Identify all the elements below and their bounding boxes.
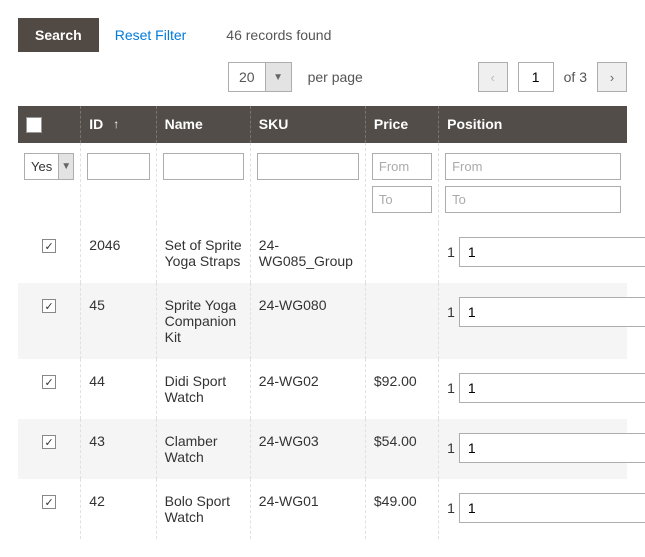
cell-position: 1 bbox=[439, 223, 627, 283]
chevron-down-icon: ▼ bbox=[273, 72, 283, 83]
cell-position: 1 bbox=[439, 479, 627, 539]
cell-price bbox=[365, 283, 438, 359]
reset-filter-link[interactable]: Reset Filter bbox=[115, 27, 187, 43]
column-header-sku[interactable]: SKU bbox=[250, 106, 365, 143]
cell-sku: 24-WG085_Group bbox=[250, 223, 365, 283]
cell-id: 45 bbox=[81, 283, 156, 359]
cell-position: 1 bbox=[439, 283, 627, 359]
cell-name: Sprite Yoga Companion Kit bbox=[156, 283, 250, 359]
table-row: ✓ 44Didi Sport Watch24-WG02$92.00 1 bbox=[18, 359, 627, 419]
cell-name: Clamber Watch bbox=[156, 419, 250, 479]
filter-sku-input[interactable] bbox=[257, 153, 359, 180]
filter-price-to-input[interactable] bbox=[372, 186, 432, 213]
cell-position: 1 bbox=[439, 419, 627, 479]
prev-page-button[interactable]: ‹ bbox=[478, 62, 508, 92]
column-header-id[interactable]: ID ↑ bbox=[81, 106, 156, 143]
per-page-label: per page bbox=[308, 69, 363, 85]
records-found-label: 46 records found bbox=[226, 27, 331, 43]
column-header-position[interactable]: Position bbox=[439, 106, 627, 143]
cell-sku: 24-WG02 bbox=[250, 359, 365, 419]
position-display: 1 bbox=[447, 500, 455, 516]
filter-selection-dropdown[interactable]: Yes ▼ bbox=[24, 153, 74, 180]
cell-name: Bolo Sport Watch bbox=[156, 479, 250, 539]
cell-position: 1 bbox=[439, 359, 627, 419]
cell-id: 42 bbox=[81, 479, 156, 539]
cell-sku: 24-WG080 bbox=[250, 283, 365, 359]
filter-position-to-input[interactable] bbox=[445, 186, 621, 213]
next-page-button[interactable]: › bbox=[597, 62, 627, 92]
table-row: ✓ 2046Set of Sprite Yoga Straps24-WG085_G… bbox=[18, 223, 627, 283]
row-checkbox[interactable]: ✓ bbox=[42, 299, 56, 313]
cell-price bbox=[365, 223, 438, 283]
select-all-checkbox[interactable]: ✓ bbox=[26, 117, 42, 133]
filter-name-input[interactable] bbox=[163, 153, 244, 180]
column-label: ID bbox=[89, 116, 103, 132]
product-grid: ✓ ID ↑ Name SKU Price Position Yes ▼ bbox=[18, 106, 627, 539]
cell-id: 2046 bbox=[81, 223, 156, 283]
position-display: 1 bbox=[447, 380, 455, 396]
filter-id-input[interactable] bbox=[87, 153, 149, 180]
row-checkbox[interactable]: ✓ bbox=[42, 375, 56, 389]
cell-price: $54.00 bbox=[365, 419, 438, 479]
column-header-price[interactable]: Price bbox=[365, 106, 438, 143]
column-header-name[interactable]: Name bbox=[156, 106, 250, 143]
cell-name: Set of Sprite Yoga Straps bbox=[156, 223, 250, 283]
position-input[interactable] bbox=[459, 237, 645, 267]
position-input[interactable] bbox=[459, 433, 645, 463]
chevron-down-icon: ▼ bbox=[61, 161, 71, 172]
page-size-toggle[interactable]: ▼ bbox=[266, 62, 292, 92]
position-display: 1 bbox=[447, 440, 455, 456]
filter-price-from-input[interactable] bbox=[372, 153, 432, 180]
chevron-left-icon: ‹ bbox=[490, 70, 494, 85]
cell-name: Didi Sport Watch bbox=[156, 359, 250, 419]
cell-price: $92.00 bbox=[365, 359, 438, 419]
position-input[interactable] bbox=[459, 493, 645, 523]
table-row: ✓ 42Bolo Sport Watch24-WG01$49.00 1 bbox=[18, 479, 627, 539]
cell-price: $49.00 bbox=[365, 479, 438, 539]
row-checkbox[interactable]: ✓ bbox=[42, 495, 56, 509]
cell-sku: 24-WG01 bbox=[250, 479, 365, 539]
page-size-select[interactable]: 20 ▼ bbox=[228, 62, 292, 92]
table-row: ✓ 45Sprite Yoga Companion Kit24-WG080 1 bbox=[18, 283, 627, 359]
current-page-input[interactable] bbox=[518, 62, 554, 92]
chevron-right-icon: › bbox=[610, 70, 614, 85]
position-display: 1 bbox=[447, 304, 455, 320]
position-display: 1 bbox=[447, 244, 455, 260]
column-header-checkbox: ✓ bbox=[18, 106, 81, 143]
filter-selection-value: Yes bbox=[24, 153, 59, 180]
cell-id: 43 bbox=[81, 419, 156, 479]
cell-sku: 24-WG03 bbox=[250, 419, 365, 479]
row-checkbox[interactable]: ✓ bbox=[42, 435, 56, 449]
cell-id: 44 bbox=[81, 359, 156, 419]
position-input[interactable] bbox=[459, 297, 645, 327]
filter-position-from-input[interactable] bbox=[445, 153, 621, 180]
filter-selection-toggle[interactable]: ▼ bbox=[59, 153, 74, 180]
sort-asc-icon: ↑ bbox=[113, 117, 119, 131]
row-checkbox[interactable]: ✓ bbox=[42, 239, 56, 253]
table-row: ✓ 43Clamber Watch24-WG03$54.00 1 bbox=[18, 419, 627, 479]
total-pages-label: of 3 bbox=[564, 69, 587, 85]
position-input[interactable] bbox=[459, 373, 645, 403]
page-size-value: 20 bbox=[228, 62, 266, 92]
search-button[interactable]: Search bbox=[18, 18, 99, 52]
